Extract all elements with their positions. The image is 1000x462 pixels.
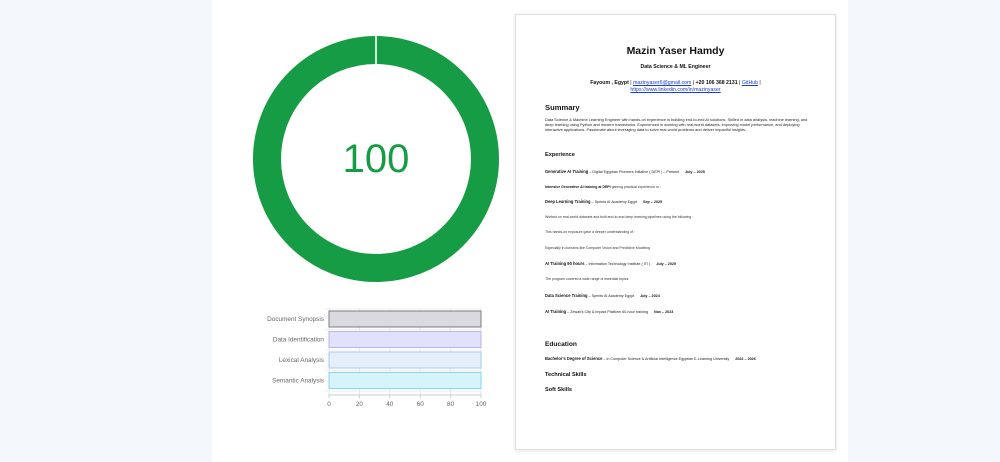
experience-detail: Worked on real-world datasets and built … <box>545 215 694 219</box>
experience-item: AI Training – Zewail's City & Impact Pla… <box>545 309 673 314</box>
experience-item: AI Training 90 hours – Information Techn… <box>545 261 676 266</box>
tick-label: 80 <box>447 401 455 408</box>
contact-phone: +20 106 368 2131 <box>695 80 738 86</box>
tick-label: 0 <box>327 401 331 408</box>
experience-date: July – 2024 <box>640 294 660 298</box>
experience-org: – Digital Egyptian Pioneers Initiative (… <box>588 170 680 174</box>
resume-preview[interactable]: Mazin Yaser Hamdy Data Science & ML Engi… <box>515 14 836 450</box>
experience-org: gaining practical experience in : <box>610 185 661 189</box>
resume-contact: Fayoum , Egypt | mazinyaser6@gmail.com |… <box>546 80 805 94</box>
bar <box>328 372 482 389</box>
experience-title: AI Training <box>545 309 567 314</box>
score-gauge: 100 <box>253 36 499 282</box>
experience-detail: The program covered a wide range of esse… <box>545 277 630 281</box>
experience-org: – Sprints AI Academy Egypt <box>587 294 635 298</box>
experience-item: Data Science Training – Sprints AI Acade… <box>545 293 660 298</box>
email-link[interactable]: mazinyaser6@gmail.com <box>633 80 691 86</box>
education-detail: – in Computer Science & Artificial Intel… <box>602 357 730 361</box>
experience-date: Nov – 2023 <box>654 310 674 314</box>
category-label: Document Synopsis <box>267 316 324 323</box>
experience-title: AI Training 90 hours <box>545 261 585 266</box>
experience-title: Data Science Training <box>545 293 588 298</box>
experience-title: Intensive Generative AI training at DEPI <box>545 185 611 189</box>
bar <box>328 331 482 348</box>
category-label: Semantic Analysis <box>272 378 324 385</box>
bar <box>328 310 482 328</box>
analysis-bar-chart: Document Synopsis Data Identification Lexi… <box>240 302 500 422</box>
education-item: Bachelor's Degree of Science – in Comput… <box>545 356 756 361</box>
contact-separator: | <box>757 80 761 86</box>
tick-label: 20 <box>356 401 364 408</box>
category-label: Lexical Analysis <box>279 357 324 364</box>
resume-name: Mazin Yaser Hamdy <box>626 45 725 57</box>
github-link[interactable]: GitHub <box>742 80 758 86</box>
experience-date: July – 2025 <box>685 170 705 174</box>
experience-heading: Experience <box>545 152 575 158</box>
tick-label: 100 <box>476 401 487 408</box>
experience-org: – Sprints AI Academy Egypt <box>590 200 638 204</box>
experience-org: – Zewail's City & Impact Platform 60-hou… <box>566 310 649 314</box>
resume-role: Data Science & ML Engineer <box>640 64 711 70</box>
soft-skills-heading: Soft Skills <box>545 387 573 393</box>
education-date: 2022 – 2026 <box>735 357 756 361</box>
experience-item: Deep Learning Training – Sprints AI Acad… <box>545 199 662 204</box>
gauge-value: 100 <box>342 136 410 181</box>
category-label: Data Identification <box>273 337 325 344</box>
contact-location: Fayoum , Egypt <box>590 80 629 86</box>
experience-date: Sep – 2025 <box>643 200 663 204</box>
education-heading: Education <box>545 341 577 348</box>
tick-label: 60 <box>417 401 425 408</box>
summary-heading: Summary <box>545 103 580 112</box>
bar-chart-canvas: Document Synopsis Data Identification Lexi… <box>267 308 487 408</box>
experience-org: – Information Technology Institute ( ITI… <box>584 262 651 266</box>
experience-date: July – 2025 <box>656 262 676 266</box>
linkedin-link[interactable]: https://www.linkedin.com/in/mazinyaser <box>630 87 720 93</box>
technical-skills-heading: Technical Skills <box>545 372 587 378</box>
experience-detail: This hands-on exposure gave a deeper und… <box>545 230 635 234</box>
experience-item: Intensive Generative AI training at DEPI… <box>545 185 661 189</box>
education-degree: Bachelor's Degree of Science <box>545 356 603 361</box>
experience-title: Generative AI Training <box>545 169 589 174</box>
summary-text: Data Science & Machine Learning Engineer… <box>545 117 808 133</box>
tick-label: 40 <box>386 401 394 408</box>
experience-item: Generative AI Training – Digital Egyptia… <box>545 169 705 174</box>
experience-detail: Especially in domains like Computer Visi… <box>545 246 650 250</box>
bar <box>328 351 482 369</box>
experience-title: Deep Learning Training <box>545 199 591 204</box>
